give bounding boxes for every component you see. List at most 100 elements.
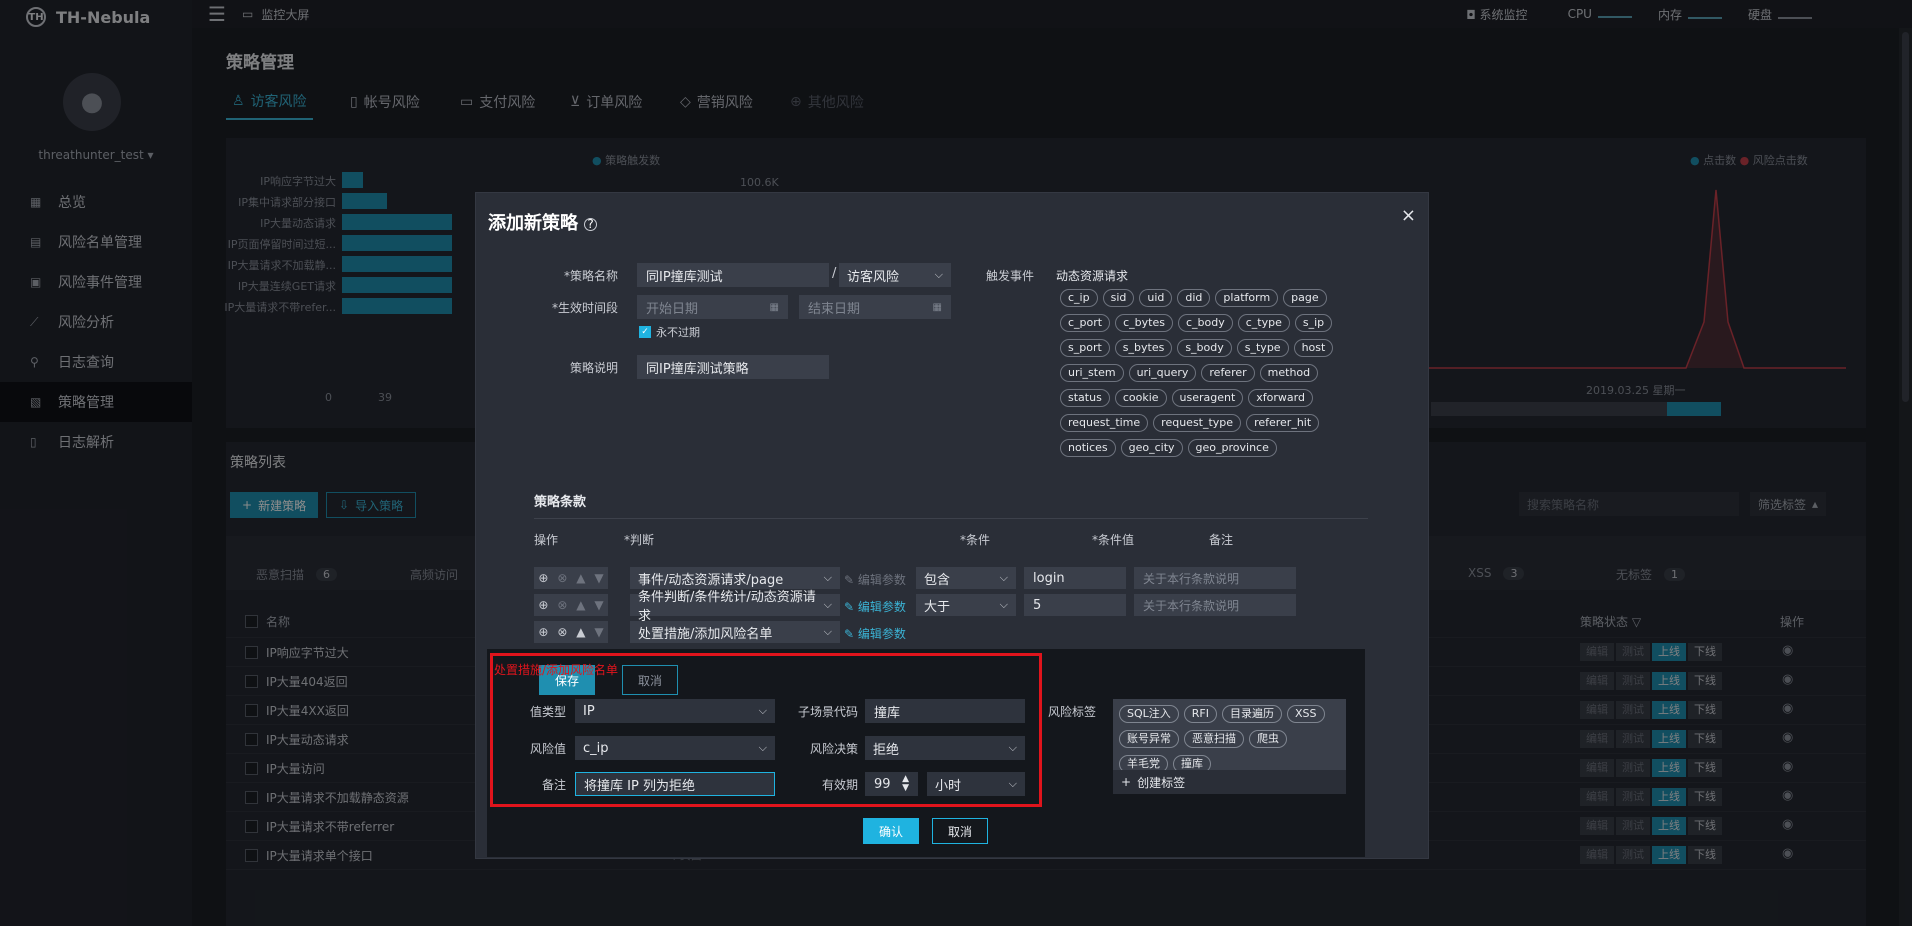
add-circle-icon[interactable]: ⊕ [538, 598, 548, 612]
remove-circle-icon[interactable]: ⊗ [557, 571, 567, 585]
field-tag[interactable]: c_type [1237, 314, 1290, 332]
slash-divider: / [832, 266, 837, 281]
field-tag[interactable]: c_ip [1060, 289, 1098, 307]
clause-col-val: *条件值 [1092, 533, 1135, 547]
move-down-icon[interactable]: ▼ [594, 571, 603, 585]
calendar-icon: ▦ [769, 301, 779, 313]
field-tag[interactable]: useragent [1171, 389, 1244, 407]
link-label: 编辑参数 [857, 600, 906, 614]
button-label: 创建标签 [1137, 775, 1186, 790]
select-value: 处置措施/添加风险名单 [638, 626, 773, 642]
placeholder: 开始日期 [646, 301, 699, 317]
link-label: 编辑参数 [857, 573, 906, 587]
policy-desc-input[interactable]: 同IP撞库测试策略 [637, 355, 829, 379]
pencil-icon: ✎ [844, 600, 855, 614]
field-tag[interactable]: s_body [1177, 339, 1232, 357]
edit-param-link[interactable]: ✎ 编辑参数 [844, 598, 906, 615]
field-tag[interactable]: s_ip [1294, 314, 1333, 332]
field-tag[interactable]: s_bytes [1114, 339, 1173, 357]
field-tag[interactable]: cookie [1114, 389, 1167, 407]
risk-tag-label: 风险标签 [1048, 705, 1097, 719]
field-tag[interactable]: did [1177, 289, 1211, 307]
field-tag[interactable]: c_bytes [1115, 314, 1173, 332]
modal-title-text: 添加新策略 [488, 213, 578, 234]
risk-tag[interactable]: 爬虫 [1249, 730, 1287, 748]
start-date-input[interactable]: 开始日期 ▦ [637, 295, 788, 319]
risk-tag[interactable]: 账号异常 [1119, 730, 1179, 748]
field-tag[interactable]: s_port [1060, 339, 1110, 357]
remove-circle-icon[interactable]: ⊗ [557, 625, 567, 639]
select-value: 条件判断/条件统计/动态资源请求 [638, 590, 816, 624]
clause-cond-select[interactable]: 大于 ⌵ [916, 594, 1016, 616]
field-tag[interactable]: s_type [1236, 339, 1289, 357]
policy-name-input[interactable]: 同IP撞库测试 [637, 263, 829, 287]
field-tag[interactable]: status [1060, 389, 1110, 407]
field-tag[interactable]: method [1259, 364, 1319, 382]
create-tag-button[interactable]: + 创建标签 [1113, 770, 1346, 794]
chevron-down-icon: ⌵ [823, 571, 832, 584]
close-icon[interactable]: × [1401, 205, 1416, 226]
field-tag[interactable]: c_body [1177, 314, 1233, 332]
never-expire-checkbox[interactable]: ✓ 永不过期 [639, 324, 700, 340]
field-tag[interactable]: c_port [1060, 314, 1111, 332]
clauses-title: 策略条款 [534, 495, 587, 510]
select-value: 访客风险 [847, 269, 900, 285]
confirm-button[interactable]: 确认 [863, 818, 919, 844]
field-tag[interactable]: platform [1215, 289, 1279, 307]
clause-value-input[interactable]: login [1024, 567, 1126, 589]
risk-tag[interactable]: XSS [1287, 705, 1325, 723]
select-value: 包含 [924, 572, 951, 588]
highlight-box [490, 653, 1042, 807]
remove-circle-icon[interactable]: ⊗ [557, 598, 567, 612]
field-tag[interactable]: referer_hit [1246, 414, 1320, 432]
move-down-icon[interactable]: ▼ [594, 625, 603, 639]
category-select[interactable]: 访客风险 ⌵ [839, 263, 951, 287]
clause-judge-select[interactable]: 处置措施/添加风险名单 ⌵ [630, 621, 840, 643]
field-tag[interactable]: sid [1102, 289, 1135, 307]
risk-tag[interactable]: SQL注入 [1119, 705, 1179, 723]
policy-name-label: *策略名称 [563, 269, 618, 283]
field-tag[interactable]: uid [1139, 289, 1173, 307]
field-tag[interactable]: request_type [1153, 414, 1242, 432]
check-icon: ✓ [639, 326, 651, 338]
clause-col-note: 备注 [1209, 533, 1234, 547]
clause-ops: ⊕ ⊗ ▲ ▼ [534, 567, 608, 589]
move-up-icon[interactable]: ▲ [576, 598, 585, 612]
edit-param-link[interactable]: ✎ 编辑参数 [844, 625, 906, 642]
end-date-input[interactable]: 结束日期 ▦ [799, 295, 951, 319]
clause-note-input[interactable]: 关于本行条款说明 [1134, 567, 1296, 589]
move-up-icon[interactable]: ▲ [576, 571, 585, 585]
cancel-button[interactable]: 取消 [932, 818, 988, 844]
field-tag[interactable]: page [1283, 289, 1327, 307]
field-tag[interactable]: geo_city [1120, 439, 1183, 457]
clause-judge-select[interactable]: 条件判断/条件统计/动态资源请求 ⌵ [630, 590, 840, 624]
risk-tag[interactable]: 目录遍历 [1222, 705, 1282, 723]
field-tag[interactable]: host [1293, 339, 1334, 357]
field-tag[interactable]: uri_stem [1060, 364, 1124, 382]
field-tag[interactable]: referer [1201, 364, 1255, 382]
pencil-icon: ✎ [844, 627, 855, 641]
move-down-icon[interactable]: ▼ [594, 598, 603, 612]
chevron-down-icon: ⌵ [823, 625, 832, 638]
clause-col-judge: *判断 [624, 533, 655, 547]
field-tag[interactable]: uri_query [1128, 364, 1197, 382]
field-tag[interactable]: notices [1060, 439, 1116, 457]
risk-tag[interactable]: 恶意扫描 [1184, 730, 1244, 748]
risk-tag[interactable]: RFI [1183, 705, 1217, 723]
plus-icon: + [1121, 775, 1132, 789]
clause-col-cond: *条件 [960, 533, 991, 547]
move-up-icon[interactable]: ▲ [576, 625, 585, 639]
help-icon[interactable]: ? [584, 217, 597, 231]
field-tag[interactable]: geo_province [1187, 439, 1277, 457]
add-circle-icon[interactable]: ⊕ [538, 625, 548, 639]
clause-col-op: 操作 [534, 533, 559, 547]
clause-note-input[interactable]: 关于本行条款说明 [1134, 594, 1296, 616]
clause-cond-select[interactable]: 包含 ⌵ [916, 567, 1016, 589]
add-circle-icon[interactable]: ⊕ [538, 571, 548, 585]
placeholder: 结束日期 [808, 301, 861, 317]
clause-value-input[interactable]: 5 [1024, 594, 1126, 616]
edit-param-link[interactable]: ✎ 编辑参数 [844, 571, 906, 588]
field-tag[interactable]: request_time [1060, 414, 1149, 432]
field-tag[interactable]: xforward [1248, 389, 1313, 407]
chevron-down-icon: ⌵ [999, 571, 1008, 584]
